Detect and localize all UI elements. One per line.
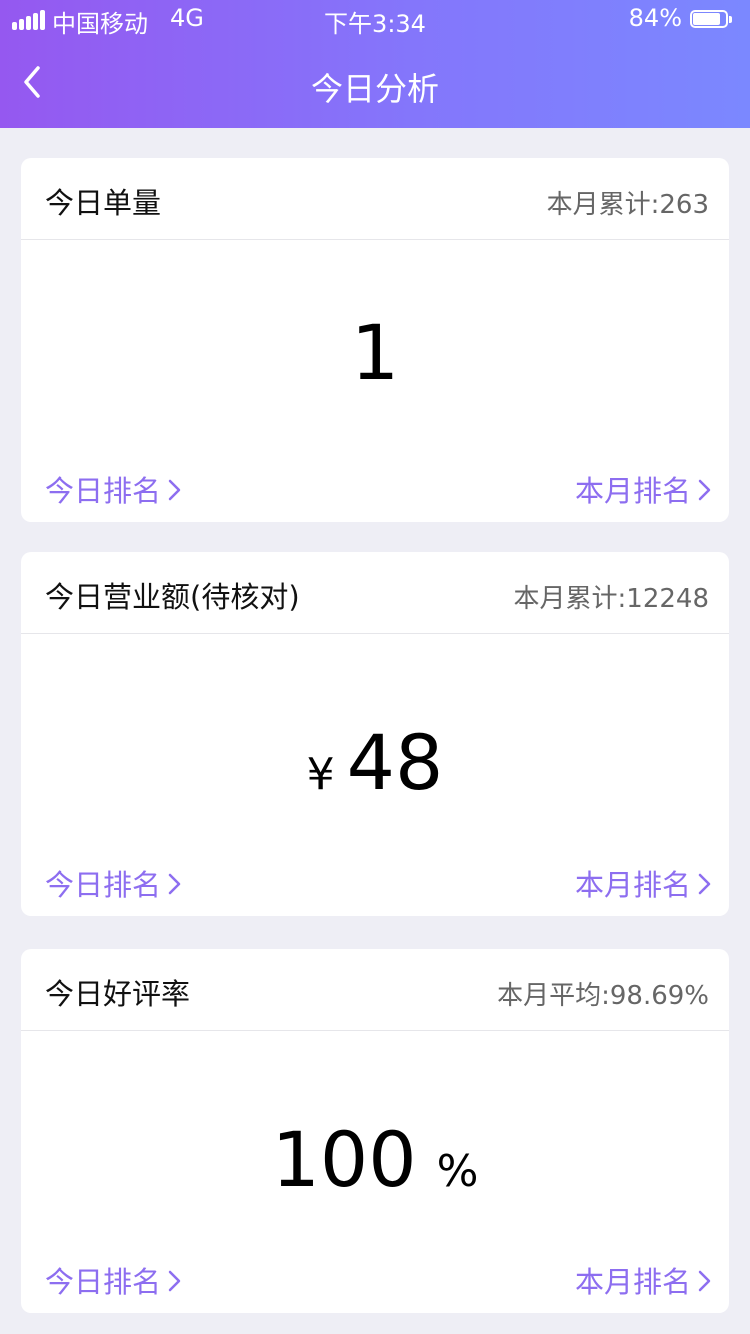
card-header: 今日营业额(待核对) 本月累计:12248	[21, 552, 729, 634]
currency-symbol: ¥	[306, 749, 335, 800]
card-title: 今日单量	[45, 186, 162, 220]
battery-icon	[690, 10, 734, 30]
month-ranking-link[interactable]: 本月排名	[575, 862, 713, 904]
page-title: 今日分析	[310, 70, 439, 108]
card-value-area: 1	[21, 308, 729, 398]
card-header: 今日单量 本月累计:263	[21, 158, 729, 240]
month-ranking-link[interactable]: 本月排名	[575, 1259, 713, 1301]
card-header: 今日好评率 本月平均:98.69%	[21, 949, 729, 1031]
chevron-right-icon	[168, 1270, 181, 1292]
daily-revenue-card: 今日营业额(待核对) 本月累计:12248 ¥48 今日排名 本月排名	[21, 552, 729, 916]
app-header: 中国移动 4G 下午3:34 84% 今日分析	[0, 0, 750, 128]
chevron-right-icon	[168, 873, 181, 895]
card-value: 1	[350, 308, 400, 397]
chevron-right-icon	[168, 479, 181, 501]
today-ranking-label: 今日排名	[45, 1265, 162, 1299]
card-value: 48	[346, 718, 444, 807]
today-ranking-label: 今日排名	[45, 868, 162, 902]
card-title: 今日好评率	[45, 977, 191, 1011]
daily-orders-card: 今日单量 本月累计:263 1 今日排名 本月排名	[21, 158, 729, 522]
month-ranking-label: 本月排名	[574, 1265, 691, 1299]
card-value: 100	[271, 1115, 417, 1204]
today-ranking-link[interactable]: 今日排名	[45, 862, 183, 904]
chevron-right-icon	[698, 479, 711, 501]
today-ranking-label: 今日排名	[45, 474, 162, 508]
daily-rating-card: 今日好评率 本月平均:98.69% 100% 今日排名 本月排名	[21, 949, 729, 1313]
card-value-area: 100%	[21, 1115, 729, 1205]
percent-symbol: %	[436, 1146, 479, 1197]
today-ranking-link[interactable]: 今日排名	[45, 1259, 183, 1301]
month-ranking-label: 本月排名	[574, 474, 691, 508]
month-ranking-link[interactable]: 本月排名	[575, 468, 713, 510]
card-value-area: ¥48	[21, 718, 729, 808]
status-bar: 中国移动 4G 下午3:34 84%	[0, 0, 750, 40]
today-ranking-link[interactable]: 今日排名	[45, 468, 183, 510]
month-ranking-label: 本月排名	[574, 868, 691, 902]
chevron-right-icon	[698, 873, 711, 895]
monthly-average: 本月平均:98.69%	[497, 981, 709, 1011]
battery-percent: 84%	[628, 4, 682, 32]
card-title: 今日营业额(待核对)	[45, 580, 300, 614]
chevron-right-icon	[698, 1270, 711, 1292]
monthly-summary: 本月累计:12248	[513, 584, 709, 614]
monthly-summary: 本月累计:263	[546, 190, 709, 220]
